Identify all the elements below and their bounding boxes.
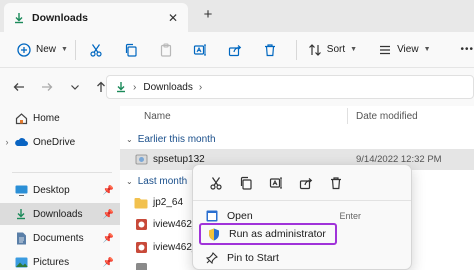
group-label: Earlier this month [137, 134, 216, 145]
breadcrumb-downloads[interactable]: Downloads [143, 82, 192, 93]
download-icon [14, 207, 28, 221]
menu-shortcut: Enter [339, 211, 361, 221]
cut-icon[interactable] [201, 171, 231, 195]
address-bar[interactable]: › Downloads › [106, 75, 474, 99]
forward-arrow-icon[interactable] [36, 76, 58, 98]
pin-icon[interactable]: 📌 [103, 233, 114, 244]
open-icon [205, 209, 219, 223]
copy-icon[interactable] [119, 38, 142, 62]
pin-icon[interactable]: 📌 [103, 185, 114, 196]
view-icon [373, 38, 397, 62]
new-label: New [36, 44, 57, 55]
file-name: jp2_64 [153, 197, 184, 208]
column-divider[interactable] [347, 108, 348, 124]
application-icon [134, 241, 148, 255]
breadcrumb-chevron-icon[interactable]: › [199, 82, 202, 93]
sidebar-item-label: Home [33, 112, 60, 124]
download-icon [12, 11, 26, 25]
delete-icon[interactable] [321, 171, 351, 195]
pictures-icon [14, 255, 28, 269]
column-header-date[interactable]: Date modified [356, 111, 418, 122]
folder-icon [134, 196, 148, 210]
home-icon [14, 111, 28, 125]
sort-icon [303, 38, 327, 62]
sort-button[interactable]: Sort ▼ [303, 38, 357, 62]
new-tab-button[interactable]: + [199, 6, 217, 23]
chevron-down-icon: ▼ [423, 46, 431, 53]
menu-item-pin-to-start[interactable]: Pin to Start [199, 247, 405, 269]
menu-item-label: Run as administrator [229, 228, 326, 240]
share-icon[interactable] [224, 38, 247, 62]
column-header-row: Name Date modified [120, 106, 474, 126]
sidebar-item-home[interactable]: Home [0, 107, 120, 129]
share-icon[interactable] [291, 171, 321, 195]
navigation-pane: Home › OneDrive Desktop 📌 Downloads 📌 Do… [0, 106, 120, 270]
shield-icon [207, 227, 221, 241]
breadcrumb-chevron-icon[interactable]: › [133, 82, 136, 93]
sidebar-item-label: Desktop [33, 184, 70, 196]
application-icon [134, 218, 148, 232]
sidebar-item-pictures[interactable]: Pictures 📌 [0, 251, 120, 270]
new-button[interactable]: New ▼ [12, 38, 71, 62]
sidebar-item-label: Pictures [33, 256, 70, 268]
view-button[interactable]: View ▼ [373, 38, 431, 62]
context-menu: Open Enter Run as administrator Pin to S… [192, 164, 412, 270]
toolbar-divider [295, 39, 297, 60]
delete-icon[interactable] [259, 38, 282, 62]
document-icon [14, 231, 28, 245]
plus-circle-icon [12, 38, 36, 62]
group-header[interactable]: ⌄ Earlier this month [126, 134, 216, 145]
back-arrow-icon[interactable] [8, 76, 30, 98]
file-icon [134, 262, 148, 270]
sidebar-item-downloads[interactable]: Downloads 📌 [0, 203, 120, 225]
context-menu-quick-actions [201, 171, 351, 195]
group-label: Last month [137, 176, 188, 187]
sidebar-item-label: OneDrive [33, 136, 76, 148]
tab-downloads[interactable]: Downloads ✕ [4, 3, 188, 32]
close-tab-icon[interactable]: ✕ [166, 11, 180, 25]
chevron-down-icon[interactable] [64, 76, 86, 98]
sidebar-item-documents[interactable]: Documents 📌 [0, 227, 120, 249]
cloud-icon [14, 135, 28, 149]
pin-icon[interactable]: 📌 [103, 209, 114, 220]
navigation-row: › Downloads › [0, 68, 474, 106]
sidebar-item-label: Downloads [33, 208, 83, 220]
chevron-right-icon[interactable]: › [0, 137, 14, 147]
desktop-icon [14, 183, 28, 197]
pin-icon[interactable]: 📌 [103, 257, 114, 268]
menu-item-label: Pin to Start [227, 252, 279, 264]
paste-icon[interactable] [154, 38, 177, 62]
menu-item-run-as-administrator[interactable]: Run as administrator [199, 223, 337, 245]
copy-icon[interactable] [231, 171, 261, 195]
sidebar-item-desktop[interactable]: Desktop 📌 [0, 179, 120, 201]
setup-file-icon [134, 153, 148, 167]
tab-bar: Downloads ✕ + [0, 0, 474, 32]
rename-icon[interactable] [189, 38, 212, 62]
sort-label: Sort [326, 44, 346, 55]
group-header[interactable]: ⌄ Last month [126, 176, 187, 187]
tab-title: Downloads [32, 11, 89, 24]
chevron-down-icon: ▼ [350, 46, 358, 53]
sidebar-item-onedrive[interactable]: › OneDrive [0, 131, 120, 153]
cut-icon[interactable] [84, 38, 107, 62]
pin-icon [205, 251, 219, 265]
command-bar: New ▼ Sort ▼ View ▼ ••• [0, 32, 474, 68]
sidebar-item-label: Documents [33, 232, 84, 244]
more-options-icon[interactable]: ••• [461, 44, 474, 55]
rename-icon[interactable] [261, 171, 291, 195]
chevron-down-icon: ⌄ [126, 135, 133, 144]
menu-item-label: Open [227, 210, 253, 222]
column-header-name[interactable]: Name [144, 111, 171, 122]
sidebar-divider [12, 172, 112, 173]
view-label: View [397, 44, 419, 55]
download-icon [115, 81, 127, 93]
chevron-down-icon: ▼ [61, 46, 68, 53]
toolbar-divider [75, 39, 77, 60]
menu-divider [193, 200, 411, 201]
chevron-down-icon: ⌄ [126, 177, 133, 186]
